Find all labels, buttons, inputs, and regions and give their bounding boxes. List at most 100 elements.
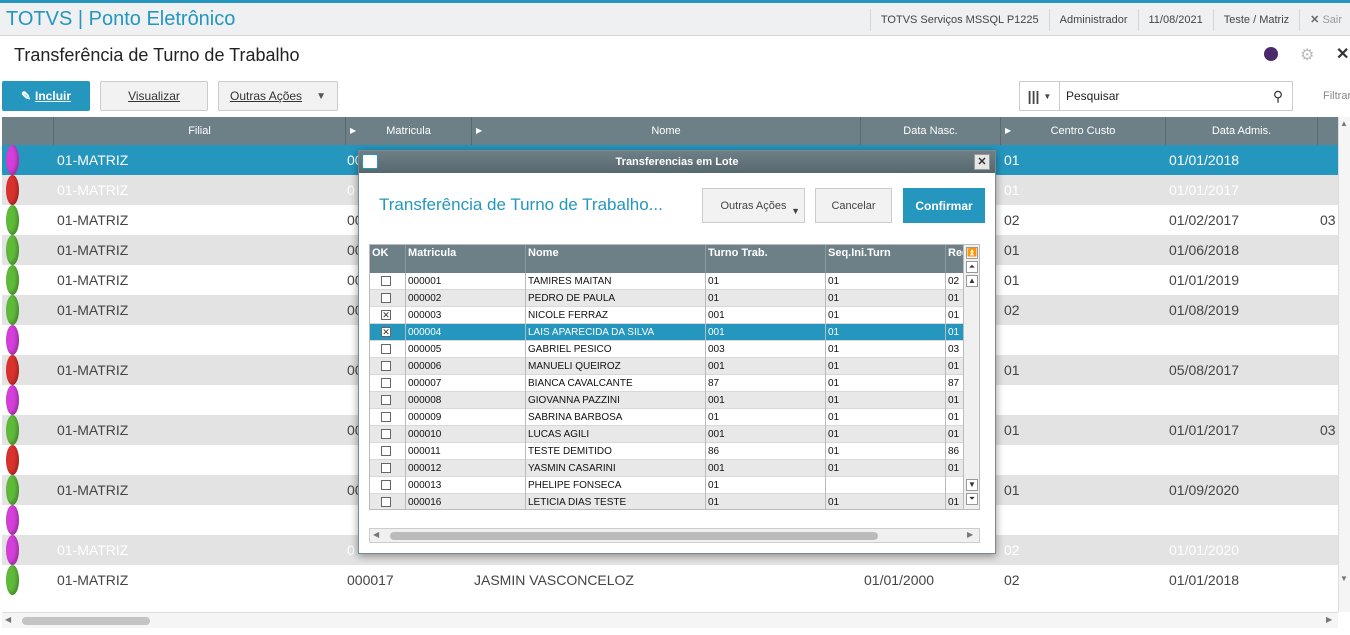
employee-row[interactable]: 000012 YASMIN CASARINI 001 01 01 <box>370 460 964 477</box>
include-button[interactable]: ✎ Incluir <box>2 81 90 111</box>
employee-row[interactable]: 000009 SABRINA BARBOSA 01 01 01 <box>370 409 964 426</box>
view-button[interactable]: Visualizar <box>100 81 208 111</box>
columns-icon[interactable]: ||| ▼ <box>1020 82 1060 110</box>
cell-nome: LAIS APARECIDA DA SILVA <box>526 324 706 341</box>
cell-seq: 01 <box>826 307 946 324</box>
checkbox-icon[interactable] <box>381 446 391 456</box>
col-seq[interactable]: Seq.Ini.Turn <box>826 245 946 273</box>
cell-data-admis: 01/01/2018 <box>1169 572 1240 588</box>
scroll-page-up-icon[interactable]: ⏶ <box>966 261 978 273</box>
scroll-thumb[interactable] <box>390 532 878 540</box>
scroll-down-icon[interactable]: ▼ <box>966 479 978 491</box>
employee-row[interactable]: 000005 GABRIEL PESICO 003 01 03 <box>370 341 964 358</box>
scroll-left-icon[interactable]: ◀ <box>373 530 379 539</box>
cell-nome: GIOVANNA PAZZINI <box>526 392 706 409</box>
cell-matricula: 0 <box>347 512 355 528</box>
cell-nome: PHELIPE FONSECA <box>526 477 706 494</box>
cancel-button[interactable]: Cancelar <box>815 188 892 223</box>
employee-row[interactable]: 000006 MANUELI QUEIROZ 001 01 01 <box>370 358 964 375</box>
cell-matricula: 000013 <box>406 477 526 494</box>
employee-row[interactable]: 000010 LUCAS AGILI 001 01 01 <box>370 426 964 443</box>
scroll-down-icon[interactable]: ▼ <box>1340 574 1348 583</box>
filter-link[interactable]: Filtrar <box>1323 90 1350 102</box>
checkbox-icon[interactable] <box>381 497 391 507</box>
col-matricula[interactable]: Matricula <box>406 245 526 273</box>
scroll-right-icon[interactable]: ▶ <box>1326 615 1332 624</box>
ok-cell <box>370 426 406 443</box>
close-icon[interactable]: ✕ <box>1336 44 1349 64</box>
checkbox-checked-icon[interactable]: ✕ <box>381 310 391 320</box>
employee-row[interactable]: 000001 TAMIRES MAITAN 01 01 02 <box>370 273 964 290</box>
dialog-close-button[interactable]: ✕ <box>974 154 990 170</box>
employee-row[interactable]: 000008 GIOVANNA PAZZINI 001 01 01 <box>370 392 964 409</box>
scroll-up-icon[interactable]: ▲ <box>1340 119 1348 128</box>
cell-filial: 01-MATRIZ <box>57 452 129 468</box>
col-turno[interactable]: Turno Trab. <box>706 245 826 273</box>
scroll-left-icon[interactable]: ◀ <box>5 615 11 624</box>
cell-centro-custo: 02 <box>1004 212 1020 228</box>
cell-seq: 01 <box>826 273 946 290</box>
table-row[interactable]: 01-MATRIZ 000017 JASMIN VASCONCELOZ 01/01/2… <box>2 565 1338 595</box>
col-ok[interactable]: OK <box>370 245 406 273</box>
col-nome[interactable]: Nome <box>526 245 706 273</box>
employee-row[interactable]: 000011 TESTE DEMITIDO 86 01 86 <box>370 443 964 460</box>
checkbox-icon[interactable] <box>381 344 391 354</box>
cell-filial: 01-MATRIZ <box>57 512 129 528</box>
cell-seq: 01 <box>826 375 946 392</box>
scroll-page-down-icon[interactable]: ⏷ <box>966 493 978 505</box>
employee-row[interactable]: 000007 BIANCA CAVALCANTE 87 01 87 <box>370 375 964 392</box>
cell-data-admis: 05/08/2017 <box>1169 362 1240 378</box>
employee-row[interactable]: 000013 PHELIPE FONSECA 01 <box>370 477 964 494</box>
checkbox-icon[interactable] <box>381 378 391 388</box>
cell-filial: 01-MATRIZ <box>57 422 129 438</box>
user-label[interactable]: Administrador <box>1048 8 1138 31</box>
confirm-button[interactable]: Confirmar <box>903 188 985 223</box>
col-centro-custo[interactable]: ▶ Centro Custo <box>1001 117 1166 145</box>
col-matricula[interactable]: ▶ Matricula <box>346 117 472 145</box>
col-data-admis[interactable]: Data Admis. <box>1166 117 1318 145</box>
checkbox-icon[interactable] <box>381 293 391 303</box>
checkbox-icon[interactable] <box>381 463 391 473</box>
checkbox-icon[interactable] <box>381 395 391 405</box>
search-icon[interactable]: ⚲ <box>1264 88 1292 105</box>
cell-seq: 01 <box>826 460 946 477</box>
employee-row[interactable]: ✕ 000004 LAIS APARECIDA DA SILVA 001 01 01 <box>370 324 964 341</box>
scroll-right-icon[interactable]: ▶ <box>967 530 973 539</box>
cell-nome: LETICIA DIAS TESTE <box>526 494 706 509</box>
date-label[interactable]: 11/08/2021 <box>1137 8 1213 31</box>
col-data-nasc[interactable]: Data Nasc. <box>861 117 1001 145</box>
employee-row[interactable]: 000002 PEDRO DE PAULA 01 01 01 <box>370 290 964 307</box>
window-icon <box>362 154 378 169</box>
include-label: Incluir <box>35 89 72 103</box>
horizontal-scrollbar[interactable]: ◀ ▶ <box>2 612 1338 628</box>
search-box[interactable]: ||| ▼ Pesquisar ⚲ <box>1019 81 1293 111</box>
branch-label[interactable]: Teste / Matriz <box>1212 8 1299 31</box>
scroll-thumb[interactable] <box>22 617 150 625</box>
checkbox-checked-icon[interactable]: ✕ <box>381 327 391 337</box>
checkbox-icon[interactable] <box>381 429 391 439</box>
checkbox-icon[interactable] <box>381 276 391 286</box>
employee-row[interactable]: ✕ 000003 NICOLE FERRAZ 001 01 01 <box>370 307 964 324</box>
checkbox-icon[interactable] <box>381 480 391 490</box>
user-icon[interactable] <box>1264 47 1278 61</box>
dialog-vertical-scrollbar[interactable]: ⏫ ⏶ ▲ ▼ ⏷ <box>963 244 980 510</box>
dialog-more-actions-button[interactable]: Outras Ações ▼ <box>702 188 805 223</box>
scroll-up-icon[interactable]: ▲ <box>966 275 978 287</box>
employee-row[interactable]: 000016 LETICIA DIAS TESTE 01 01 01 <box>370 494 964 509</box>
exit-button[interactable]: ✕ Sair <box>1299 8 1350 31</box>
cell-centro-custo: 01 <box>1004 242 1020 258</box>
more-actions-button[interactable]: Outras Ações ▼ <box>218 81 338 111</box>
cell-data-admis: 01/08/2018 <box>1169 452 1240 468</box>
col-nome[interactable]: ▶ Nome <box>472 117 861 145</box>
vertical-scrollbar[interactable]: ▲ ▼ <box>1338 117 1350 612</box>
dialog-horizontal-scrollbar[interactable]: ◀ ▶ <box>369 528 980 543</box>
cell-turno: 001 <box>706 460 826 477</box>
checkbox-icon[interactable] <box>381 412 391 422</box>
scroll-top-icon[interactable]: ⏫ <box>966 247 978 259</box>
search-input[interactable]: Pesquisar <box>1060 89 1264 103</box>
ok-cell <box>370 273 406 290</box>
col-filial[interactable]: Filial <box>54 117 346 145</box>
gear-icon[interactable]: ⚙ <box>1300 45 1314 65</box>
cell-matricula: 0 <box>347 452 355 468</box>
checkbox-icon[interactable] <box>381 361 391 371</box>
